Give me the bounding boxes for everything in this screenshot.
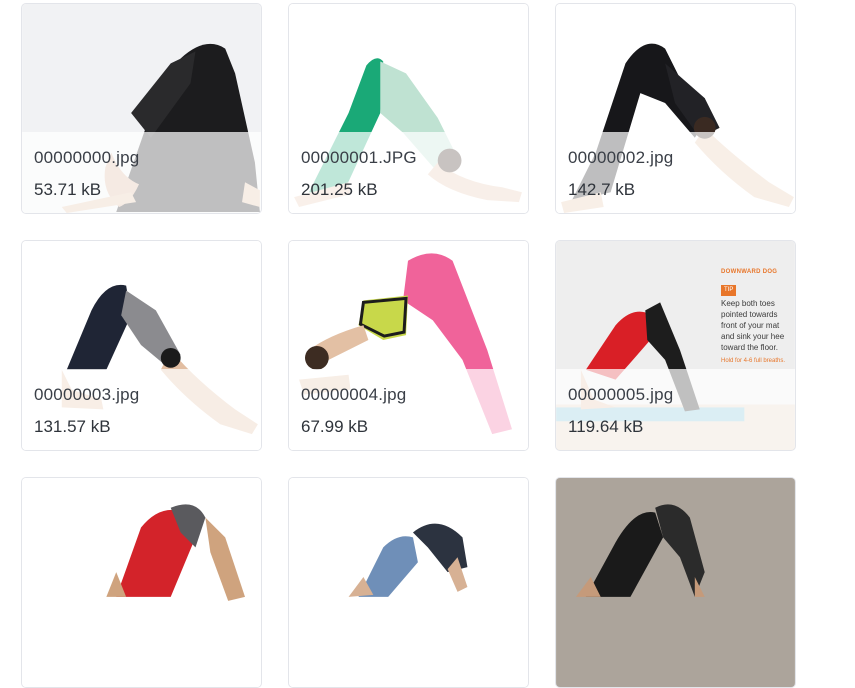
file-card[interactable]: 00000004.jpg 67.99 kB xyxy=(288,240,529,451)
file-size: 67.99 kB xyxy=(301,417,369,436)
file-size: 119.64 kB xyxy=(568,417,644,436)
file-name: 00000002.jpg xyxy=(568,148,674,167)
file-card[interactable]: DOWNWARD DOG TIP Keep both toes pointed … xyxy=(555,240,796,451)
infographic-text: DOWNWARD DOG TIP Keep both toes pointed … xyxy=(721,267,795,367)
infographic-line: Keep both toes xyxy=(721,299,775,308)
file-size: 53.71 kB xyxy=(34,180,102,199)
infographic-footer: Hold for 4-6 full breaths. xyxy=(721,358,786,364)
file-grid: 00000000.jpg 53.71 kB 00000001.JPG 201.2… xyxy=(0,0,855,688)
caption-overlay xyxy=(22,369,261,450)
file-size: 142.7 kB xyxy=(568,180,636,199)
caption-overlay xyxy=(289,369,528,450)
file-size: 131.57 kB xyxy=(34,417,111,436)
file-card[interactable] xyxy=(288,477,529,688)
file-name: 00000004.jpg xyxy=(301,385,407,404)
infographic-line: toward the floor. xyxy=(721,343,778,352)
file-card[interactable]: 00000002.jpg 142.7 kB xyxy=(555,3,796,214)
file-thumbnail xyxy=(22,478,261,687)
infographic-line: front of your mat xyxy=(721,321,780,330)
infographic-heading: DOWNWARD DOG xyxy=(721,269,778,275)
file-name: 00000000.jpg xyxy=(34,148,140,167)
file-card[interactable]: 00000001.JPG 201.25 kB xyxy=(288,3,529,214)
file-thumbnail xyxy=(556,478,795,687)
infographic-line: and sink your hee xyxy=(721,332,785,341)
file-name: 00000001.JPG xyxy=(301,148,417,167)
infographic-line: pointed towards xyxy=(721,310,778,319)
file-thumbnail xyxy=(289,478,528,687)
file-card[interactable] xyxy=(21,477,262,688)
file-name: 00000003.jpg xyxy=(34,385,140,404)
caption-overlay xyxy=(22,132,261,213)
file-card[interactable]: 00000003.jpg 131.57 kB xyxy=(21,240,262,451)
infographic-tag: TIP xyxy=(721,285,737,296)
caption-overlay xyxy=(556,132,795,213)
file-size: 201.25 kB xyxy=(301,180,378,199)
file-name: 00000005.jpg xyxy=(568,385,674,404)
file-card[interactable]: 00000000.jpg 53.71 kB xyxy=(21,3,262,214)
caption-overlay xyxy=(556,369,795,450)
file-card[interactable] xyxy=(555,477,796,688)
caption-overlay xyxy=(289,132,528,213)
